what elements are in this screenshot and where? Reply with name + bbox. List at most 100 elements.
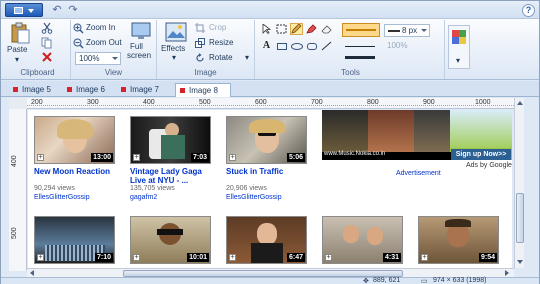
video-title[interactable]: New Moon Reaction <box>34 167 110 176</box>
scroll-right-icon[interactable] <box>505 270 509 276</box>
video-duration: 10:01 <box>187 253 209 262</box>
video-thumbnail[interactable]: + 4:31 <box>322 216 403 264</box>
video-thumbnail[interactable]: + 5:06 <box>226 116 307 164</box>
video-thumbnail[interactable]: + 6:47 <box>226 216 307 264</box>
ad-url-text[interactable]: www.Music.Nokia.co.in <box>324 151 385 157</box>
vertical-scroll-thumb[interactable] <box>516 193 524 243</box>
video-title-line-2[interactable]: Live at NYU - ... <box>130 176 188 185</box>
chevron-down-icon <box>112 57 118 60</box>
rectangle-select-tool[interactable] <box>275 23 288 35</box>
video-item[interactable]: + 7:03 Vintage Lady Gaga Live at NYU - .… <box>130 116 214 206</box>
tab-image-6[interactable]: Image 6 <box>63 83 113 97</box>
video-item[interactable]: + 13:00 New Moon Reaction 90,294 views E… <box>34 116 118 206</box>
ribbon: Paste ▾ Clipboard Zoom In Zoom Out 100% … <box>1 19 539 80</box>
rectangle-shape-tool[interactable] <box>275 40 288 52</box>
horizontal-scroll-thumb[interactable] <box>123 270 403 277</box>
view-group-label: View <box>104 68 123 77</box>
zoom-in-button[interactable]: Zoom In <box>73 23 125 35</box>
help-button[interactable]: ? <box>522 4 535 17</box>
title-bar: ↶ ↷ ? <box>1 1 539 19</box>
size-line-icon <box>388 29 400 32</box>
line-tool[interactable] <box>320 40 333 52</box>
rounded-rect-tool[interactable] <box>305 40 318 52</box>
effects-label: Effects <box>161 44 186 53</box>
resize-button[interactable]: Resize <box>195 38 251 50</box>
color-picker-button[interactable]: ▾ <box>448 25 470 69</box>
crop-button[interactable]: Crop <box>195 23 235 35</box>
eraser-tool[interactable] <box>320 23 333 35</box>
thin-line-style[interactable] <box>345 46 375 47</box>
cut-icon[interactable] <box>41 22 53 34</box>
scroll-down-icon[interactable] <box>517 260 523 264</box>
effects-button[interactable]: Effects ▾ <box>161 22 191 66</box>
redo-icon[interactable]: ↷ <box>67 4 79 16</box>
tab-label: Image 6 <box>76 85 105 94</box>
video-item[interactable]: + 5:06 Stuck in Traffic 20,906 views Ell… <box>226 116 310 206</box>
unsaved-dot-icon <box>67 87 72 92</box>
brush-size-select[interactable]: 8 px <box>384 24 430 37</box>
add-to-playlist-icon[interactable]: + <box>37 254 44 261</box>
full-screen-label-2: screen <box>127 51 152 60</box>
video-views: 20,906 views <box>226 185 267 192</box>
status-bar: ✥ 889, 621 ▭ 974 × 633 (1998) <box>1 277 539 284</box>
video-user-link[interactable]: gagafm2 <box>130 194 157 201</box>
text-tool-icon[interactable]: A <box>260 40 273 52</box>
copy-icon[interactable] <box>41 37 53 49</box>
image-size-icon: ▭ <box>421 278 428 284</box>
add-to-playlist-icon[interactable]: + <box>229 254 236 261</box>
rotate-button[interactable]: Rotate ▾ <box>195 53 253 65</box>
tab-label: Image 7 <box>130 85 159 94</box>
add-to-playlist-icon[interactable]: + <box>133 254 140 261</box>
stroke-color-line <box>346 29 376 31</box>
tab-image-7[interactable]: Image 7 <box>117 83 171 97</box>
video-user-link[interactable]: EllesGlitterGossip <box>34 194 90 201</box>
image-canvas[interactable]: + 13:00 New Moon Reaction 90,294 views E… <box>28 110 512 268</box>
highlighter-tool[interactable] <box>305 23 318 35</box>
ad-image-group <box>414 110 450 152</box>
ad-signup-button[interactable]: Sign up Now>> <box>451 149 511 160</box>
ads-by-google-link[interactable]: Ads by Google <box>466 162 512 169</box>
chevron-down-icon: ▾ <box>15 55 20 64</box>
zoom-select[interactable]: 100% <box>75 52 121 65</box>
video-thumbnail[interactable]: + 10:01 <box>130 216 211 264</box>
stroke-color-swatch[interactable] <box>342 23 380 37</box>
full-screen-button[interactable]: Full screen <box>127 22 155 64</box>
video-title[interactable]: Stuck in Traffic <box>226 167 283 176</box>
vertical-scrollbar[interactable] <box>514 98 524 268</box>
video-thumbnail[interactable]: + 13:00 <box>34 116 115 164</box>
paste-button[interactable]: Paste ▾ <box>7 22 33 64</box>
ruler-number: 400 <box>11 155 18 167</box>
add-to-playlist-icon[interactable]: + <box>37 154 44 161</box>
delete-icon[interactable] <box>41 51 53 63</box>
video-user-link[interactable]: EllesGlitterGossip <box>226 194 282 201</box>
add-to-playlist-icon[interactable]: + <box>421 254 428 261</box>
thick-line-style[interactable] <box>345 56 375 59</box>
pen-tool[interactable] <box>290 23 303 35</box>
video-title[interactable]: Vintage Lady Gaga <box>130 167 202 176</box>
tab-image-8[interactable]: Image 8 <box>175 83 231 97</box>
clipboard-group-label: Clipboard <box>20 68 55 77</box>
line-icon <box>321 41 332 51</box>
scroll-left-icon[interactable] <box>30 270 34 276</box>
add-to-playlist-icon[interactable]: + <box>133 154 140 161</box>
video-thumbnail[interactable]: + 9:54 <box>418 216 499 264</box>
rounded-rectangle-icon <box>307 43 317 50</box>
add-to-playlist-icon[interactable]: + <box>325 254 332 261</box>
ruler-number: 500 <box>11 227 18 239</box>
undo-icon[interactable]: ↶ <box>51 4 63 16</box>
select-tool[interactable] <box>260 23 273 35</box>
add-to-playlist-icon[interactable]: + <box>229 154 236 161</box>
crop-icon <box>195 23 205 33</box>
rectangle-select-icon <box>276 24 287 34</box>
advertisement-banner[interactable]: www.Music.Nokia.co.in Sign up Now>> <box>322 110 512 160</box>
scroll-up-icon[interactable] <box>517 101 523 105</box>
ellipse-shape-tool[interactable] <box>290 40 303 52</box>
image-size: 974 × 633 (1998) <box>433 277 487 284</box>
zoom-out-button[interactable]: Zoom Out <box>73 38 127 50</box>
clipboard-group: Paste ▾ Clipboard <box>5 20 71 79</box>
tab-image-5[interactable]: Image 5 <box>9 83 59 97</box>
video-thumbnail[interactable]: + 7:03 <box>130 116 211 164</box>
video-thumbnail[interactable]: + 7:10 <box>34 216 115 264</box>
app-menu-button[interactable] <box>5 3 43 17</box>
horizontal-scrollbar[interactable] <box>27 268 514 277</box>
